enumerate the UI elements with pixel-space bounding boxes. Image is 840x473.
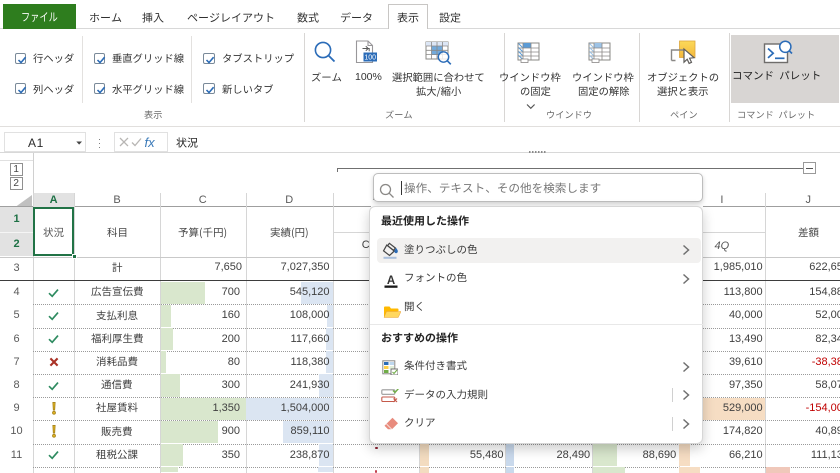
svg-text:100: 100 — [364, 55, 376, 62]
svg-text:A: A — [387, 275, 395, 287]
